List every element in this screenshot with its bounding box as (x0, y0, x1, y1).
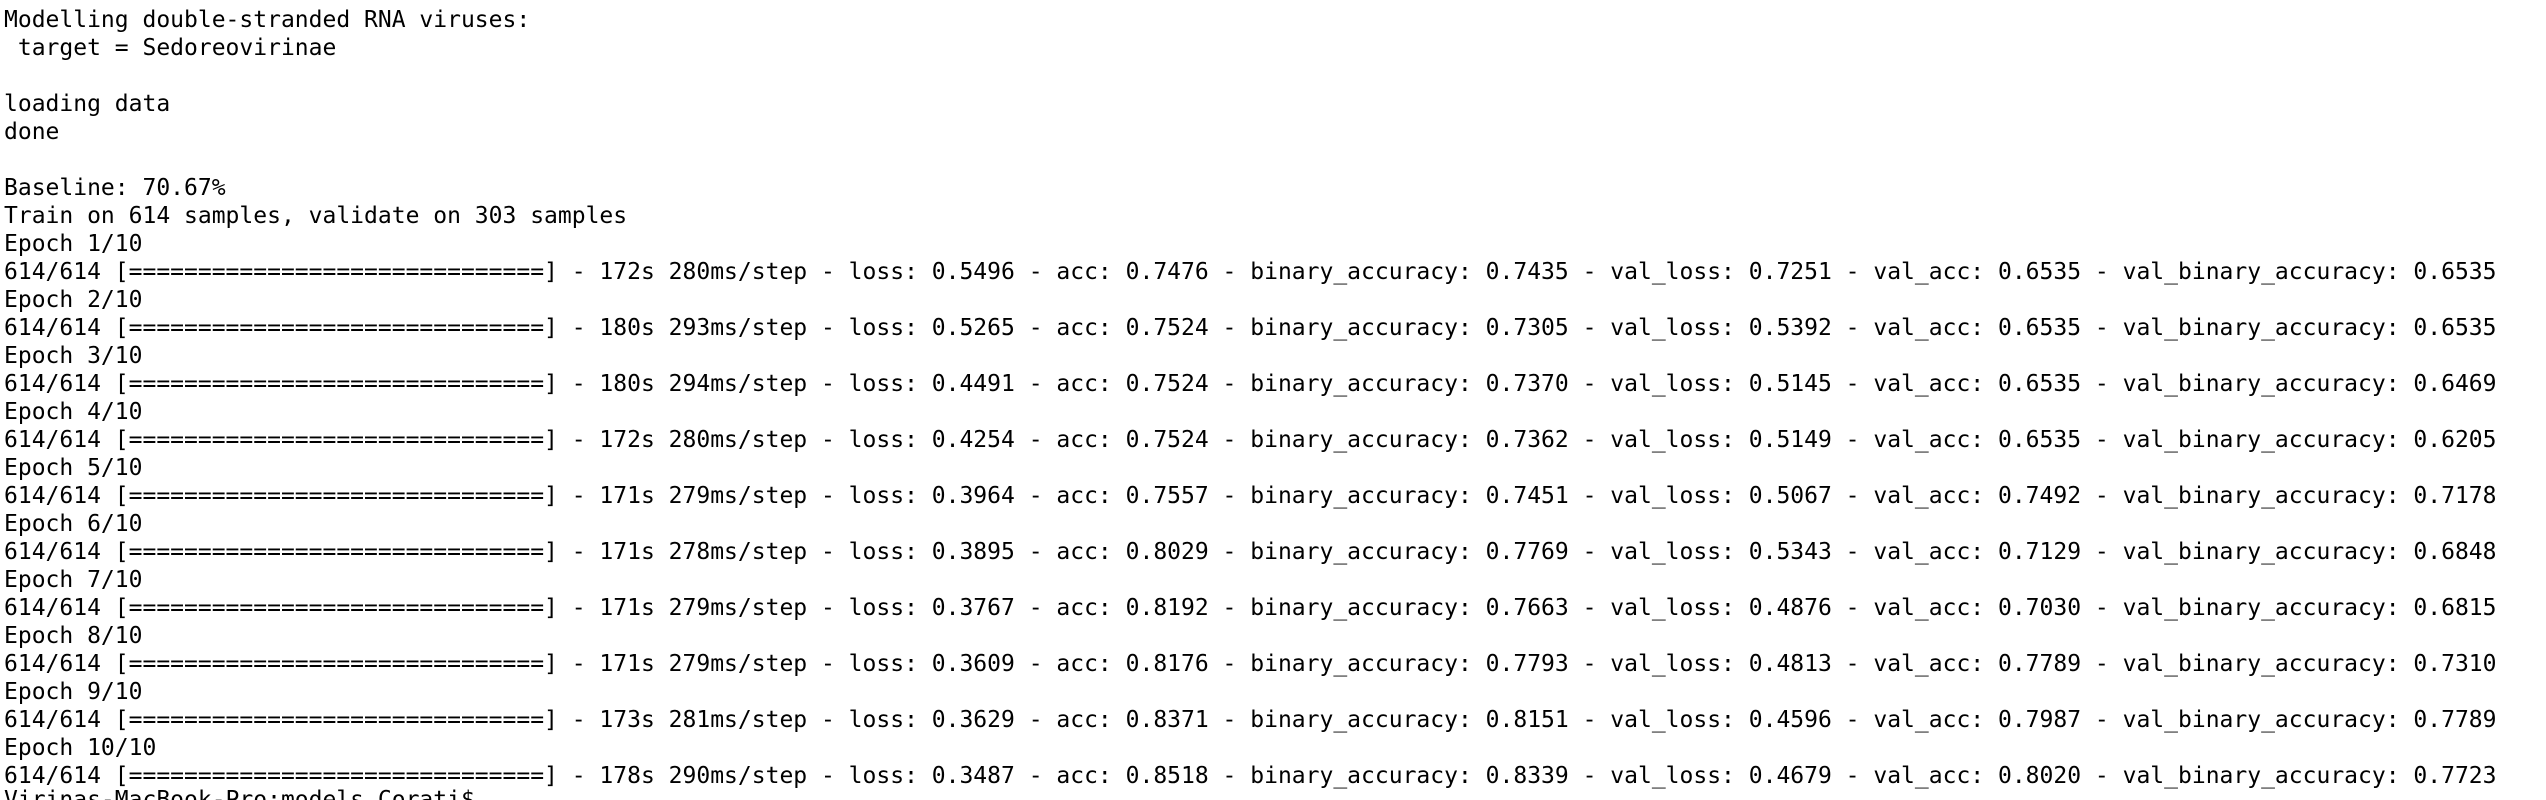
terminal-line: 614/614 [==============================]… (4, 315, 2497, 341)
terminal-line: done (4, 119, 60, 145)
terminal-line: target = Sedoreovirinae (4, 35, 337, 61)
terminal-line: Epoch 6/10 (4, 511, 143, 537)
terminal-line: 614/614 [==============================]… (4, 483, 2497, 509)
terminal-line: Epoch 1/10 (4, 231, 143, 257)
terminal-line: 614/614 [==============================]… (4, 651, 2497, 677)
terminal-line: Epoch 3/10 (4, 343, 143, 369)
terminal-line: 614/614 [==============================]… (4, 595, 2497, 621)
terminal-line: Epoch 9/10 (4, 679, 143, 705)
terminal-line: 614/614 [==============================]… (4, 427, 2497, 453)
terminal-line: Epoch 2/10 (4, 287, 143, 313)
terminal-line: Modelling double-stranded RNA viruses: (4, 7, 531, 33)
terminal-window[interactable]: Modelling double-stranded RNA viruses: t… (0, 0, 2546, 800)
terminal-line: 614/614 [==============================]… (4, 371, 2497, 397)
terminal-line: Epoch 4/10 (4, 399, 143, 425)
terminal-line: 614/614 [==============================]… (4, 707, 2497, 733)
terminal-line: Baseline: 70.67% (4, 175, 226, 201)
terminal-line: 614/614 [==============================]… (4, 259, 2497, 285)
terminal-line: 614/614 [==============================]… (4, 539, 2497, 565)
terminal-line: Train on 614 samples, validate on 303 sa… (4, 203, 628, 229)
terminal-line: Epoch 7/10 (4, 567, 143, 593)
terminal-line: Epoch 5/10 (4, 455, 143, 481)
terminal-line: Epoch 10/10 (4, 735, 157, 761)
terminal-line: loading data (4, 91, 171, 117)
terminal-line: Epoch 8/10 (4, 623, 143, 649)
